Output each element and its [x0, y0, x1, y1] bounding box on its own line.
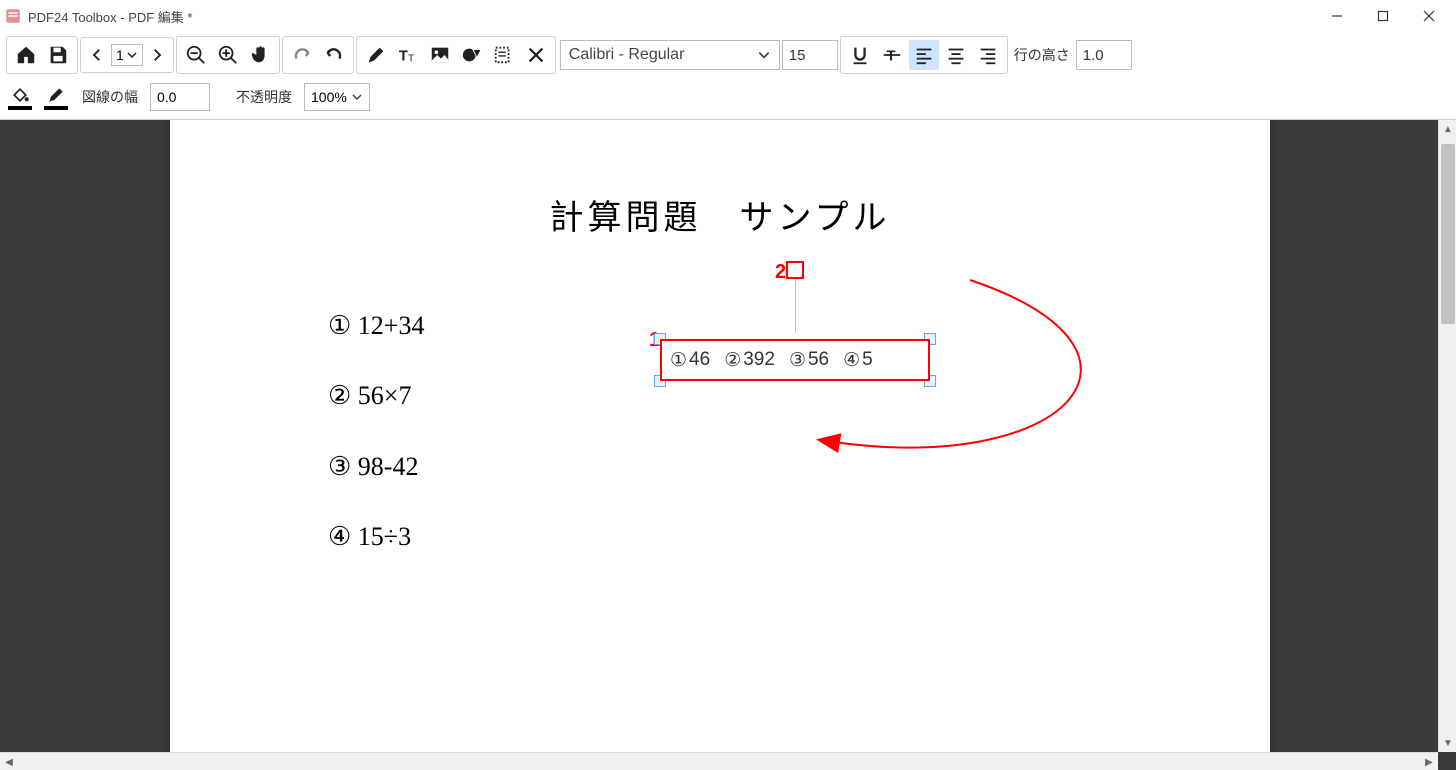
stroke-width-input[interactable]: 0.0	[150, 83, 210, 111]
problem-row: ③ 98-42	[328, 436, 424, 498]
redo-button[interactable]	[287, 40, 317, 70]
bucket-icon	[9, 85, 31, 105]
scroll-thumb[interactable]	[1441, 144, 1455, 324]
chevron-down-icon	[126, 49, 138, 61]
close-button[interactable]	[1406, 0, 1452, 32]
save-icon	[47, 44, 69, 66]
font-name: Calibri - Regular	[569, 46, 685, 64]
stroke-color-button[interactable]	[42, 85, 70, 110]
vertical-scrollbar[interactable]: ▲ ▼	[1438, 120, 1456, 752]
shape-tool[interactable]	[457, 40, 487, 70]
redo-icon	[291, 44, 313, 66]
prev-page-button[interactable]	[85, 41, 109, 69]
delete-tool[interactable]	[521, 40, 551, 70]
selected-text-box[interactable]: ①46 ②392 ③56 ④5	[660, 339, 930, 381]
problem-list: ① 12+34 ② 56×7 ③ 98-42 ④ 15÷3	[328, 295, 424, 577]
rotation-line	[795, 279, 796, 333]
underline-button[interactable]	[845, 40, 875, 70]
page-number: 1	[116, 47, 124, 63]
undo-icon	[323, 44, 345, 66]
x-icon	[525, 44, 547, 66]
canvas-area[interactable]: 計算問題 サンプル ① 12+34 ② 56×7 ③ 98-42 ④ 15÷3 …	[0, 120, 1456, 770]
line-height-input[interactable]: 1.0	[1076, 40, 1132, 70]
zoom-out-button[interactable]	[181, 40, 211, 70]
pan-button[interactable]	[245, 40, 275, 70]
rotation-handle[interactable]	[786, 261, 804, 279]
zoom-in-button[interactable]	[213, 40, 243, 70]
problem-row: ① 12+34	[328, 295, 424, 357]
align-center-icon	[945, 44, 967, 66]
maximize-button[interactable]	[1360, 0, 1406, 32]
image-tool[interactable]	[425, 40, 455, 70]
next-page-button[interactable]	[145, 41, 169, 69]
zoom-out-icon	[185, 44, 207, 66]
minimize-button[interactable]	[1314, 0, 1360, 32]
chevron-right-icon	[148, 46, 166, 64]
document-title: 計算問題 サンプル	[170, 190, 1270, 239]
scroll-right-arrow[interactable]: ▶	[1420, 753, 1438, 770]
image-icon	[429, 44, 451, 66]
underline-icon	[849, 44, 871, 66]
titlebar: PDF24 Toolbox - PDF 編集 *	[0, 0, 1456, 32]
text-icon: TT	[397, 44, 419, 66]
align-center-button[interactable]	[941, 40, 971, 70]
align-right-button[interactable]	[973, 40, 1003, 70]
svg-text:T: T	[399, 49, 408, 65]
opacity-select[interactable]: 100%	[304, 83, 370, 111]
page-select[interactable]: 1	[111, 44, 143, 66]
pencil-icon	[365, 44, 387, 66]
text-tool[interactable]: TT	[393, 40, 423, 70]
line-height-label: 行の高さ	[1010, 45, 1074, 65]
toolbar-main: 1 TT	[0, 32, 1456, 79]
form-tool[interactable]	[489, 40, 519, 70]
form-icon	[493, 44, 515, 66]
scroll-down-arrow[interactable]: ▼	[1439, 734, 1456, 752]
align-left-icon	[913, 44, 935, 66]
svg-text:T: T	[886, 49, 895, 65]
chevron-down-icon	[351, 91, 363, 103]
strikethrough-button[interactable]: T	[877, 40, 907, 70]
align-left-button[interactable]	[909, 40, 939, 70]
scroll-left-arrow[interactable]: ◀	[0, 753, 18, 770]
opacity-label: 不透明度	[232, 87, 296, 107]
problem-row: ④ 15÷3	[328, 506, 424, 568]
app-icon	[4, 7, 22, 25]
font-size-input[interactable]: 15	[782, 40, 838, 70]
svg-text:T: T	[408, 53, 414, 64]
zoom-in-icon	[217, 44, 239, 66]
pencil-icon	[45, 85, 67, 105]
home-button[interactable]	[11, 40, 41, 70]
undo-button[interactable]	[319, 40, 349, 70]
font-select[interactable]: Calibri - Regular	[560, 40, 780, 70]
strikethrough-icon: T	[881, 44, 903, 66]
shape-icon	[461, 44, 483, 66]
align-right-icon	[977, 44, 999, 66]
fill-color-button[interactable]	[6, 85, 34, 110]
pencil-tool[interactable]	[361, 40, 391, 70]
save-button[interactable]	[43, 40, 73, 70]
scroll-up-arrow[interactable]: ▲	[1439, 120, 1456, 138]
window-title: PDF24 Toolbox - PDF 編集 *	[28, 7, 1314, 26]
chevron-left-icon	[88, 46, 106, 64]
home-icon	[15, 44, 37, 66]
stroke-width-label: 図線の幅	[78, 87, 142, 107]
annotation-number-2: 2	[775, 261, 786, 284]
hand-icon	[249, 44, 271, 66]
chevron-down-icon	[757, 48, 771, 62]
toolbar-secondary: 図線の幅 0.0 不透明度 100%	[0, 79, 1456, 120]
pdf-page[interactable]: 計算問題 サンプル ① 12+34 ② 56×7 ③ 98-42 ④ 15÷3 …	[170, 120, 1270, 770]
horizontal-scrollbar[interactable]: ◀ ▶	[0, 752, 1438, 770]
problem-row: ② 56×7	[328, 365, 424, 427]
text-box-content[interactable]: ①46 ②392 ③56 ④5	[660, 339, 930, 381]
